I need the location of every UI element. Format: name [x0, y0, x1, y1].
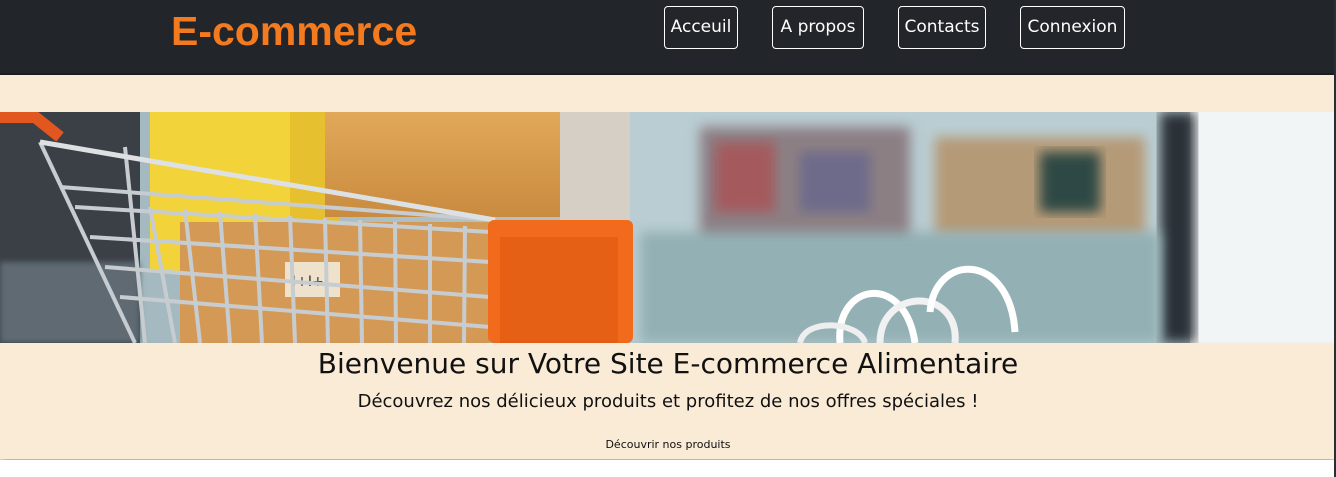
hero-banner-image: I+I+ [0, 112, 1336, 343]
hero-title: Bienvenue sur Votre Site E-commerce Alim… [317, 347, 1019, 380]
nav-acceuil-button[interactable]: Acceuil [664, 6, 738, 49]
brand-logo[interactable]: E-commerce [171, 8, 417, 54]
discover-products-link[interactable]: Découvrir nos produits [0, 437, 1336, 453]
nav-a-propos-button[interactable]: A propos [772, 6, 864, 49]
nav-connexion-button[interactable]: Connexion [1020, 6, 1125, 49]
hero-section: Bienvenue sur Votre Site E-commerce Alim… [0, 343, 1336, 459]
shopping-cart-illustration: I+I+ [0, 112, 1336, 343]
page-footer-space [0, 460, 1336, 477]
page: E-commerce Acceuil A propos Contacts Con… [0, 0, 1336, 477]
nav-contacts-button[interactable]: Contacts [898, 6, 986, 49]
navbar: E-commerce Acceuil A propos Contacts Con… [0, 0, 1336, 75]
hero-subtitle: Découvrez nos délicieux produits et prof… [357, 391, 979, 412]
